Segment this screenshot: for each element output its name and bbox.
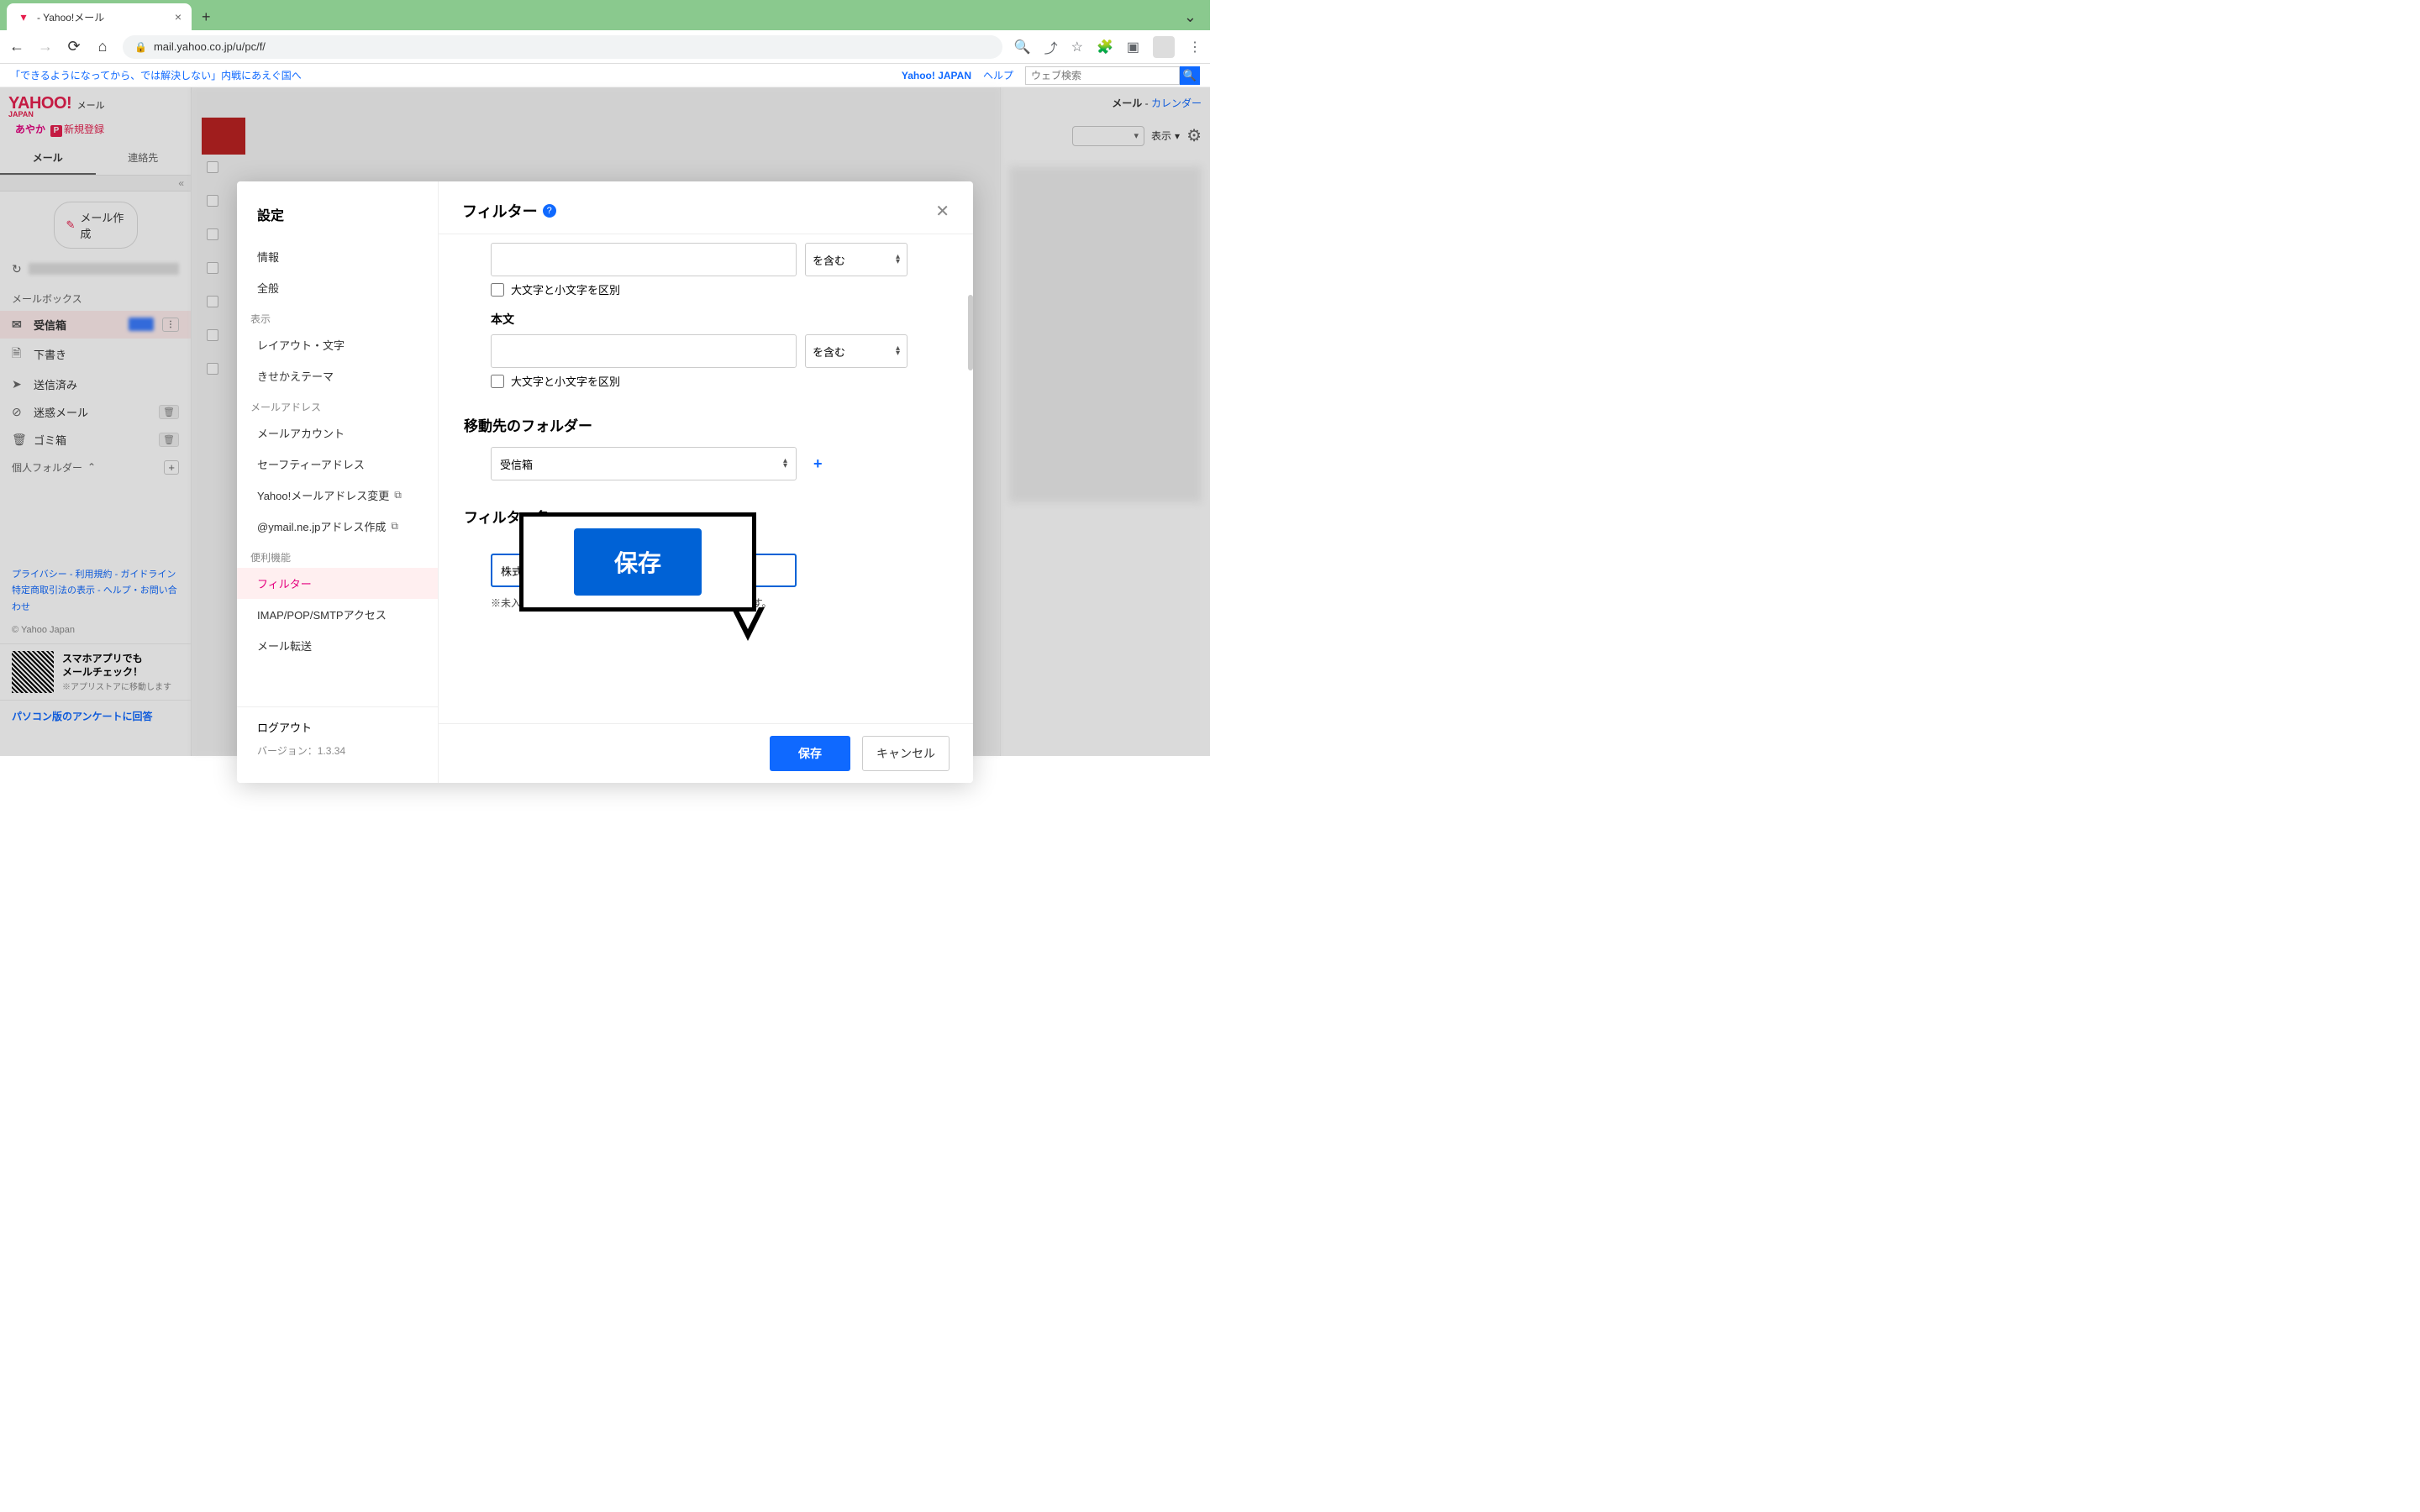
case-sensitive-checkbox-1[interactable]: 大文字と小文字を区別 [491, 281, 950, 297]
panel-icon[interactable]: ▣ [1127, 39, 1139, 55]
lock-icon: 🔒 [134, 41, 147, 53]
select-label: を含む [813, 252, 845, 268]
condition-select-1[interactable]: を含む ▴▾ [805, 243, 908, 276]
external-link-icon: ⧉ [394, 489, 402, 501]
web-search-input[interactable] [1025, 66, 1180, 85]
add-folder-icon[interactable]: + [813, 455, 823, 473]
profile-avatar[interactable] [1153, 36, 1175, 58]
sidebar-item-mail-account[interactable]: メールアカウント [237, 417, 438, 449]
close-icon[interactable]: ✕ [935, 201, 950, 222]
tabs-overflow-icon[interactable]: ⌄ [1184, 8, 1197, 26]
annotation-save-label: 保存 [574, 528, 702, 596]
sidebar-item-filter[interactable]: フィルター [237, 568, 438, 599]
checkbox-label: 大文字と小文字を区別 [511, 373, 620, 389]
address-bar: ← → ⟳ ⌂ 🔒 mail.yahoo.co.jp/u/pc/f/ 🔍 ⤴ ☆… [0, 30, 1210, 64]
condition-input-1[interactable] [491, 243, 797, 276]
body-field-label: 本文 [491, 311, 950, 328]
tab-title: - Yahoo!メール [37, 10, 168, 24]
share-icon[interactable]: ⤴ [1044, 37, 1058, 57]
back-button[interactable]: ← [8, 38, 25, 55]
tab-bar: ▾ - Yahoo!メール × + ⌄ [0, 0, 1210, 30]
forward-button[interactable]: → [37, 38, 54, 55]
case-sensitive-checkbox-2[interactable]: 大文字と小文字を区別 [491, 373, 950, 389]
reload-button[interactable]: ⟳ [66, 38, 82, 55]
checkbox-input[interactable] [491, 283, 504, 297]
yahoo-top-bar: 「できるようになってから、では解決しない」内戦にあえぐ国へ Yahoo! JAP… [0, 64, 1210, 87]
sidebar-item-general[interactable]: 全般 [237, 272, 438, 303]
sidebar-item-layout[interactable]: レイアウト・文字 [237, 329, 438, 360]
modal-header: フィルター ? ✕ [439, 181, 973, 234]
body-condition-select[interactable]: を含む ▴▾ [805, 334, 908, 368]
tab-close-icon[interactable]: × [175, 10, 182, 24]
sidebar-item-safety-address[interactable]: セーフティーアドレス [237, 449, 438, 480]
scrollbar[interactable] [968, 295, 973, 370]
web-search-button[interactable]: 🔍 [1180, 66, 1200, 85]
save-button[interactable]: 保存 [770, 736, 850, 771]
sidebar-item-change-address[interactable]: Yahoo!メールアドレス変更 ⧉ [237, 480, 438, 511]
checkbox-input[interactable] [491, 375, 504, 388]
browser-tab[interactable]: ▾ - Yahoo!メール × [7, 3, 192, 30]
help-link[interactable]: ヘルプ [983, 68, 1013, 82]
search-icon[interactable]: 🔍 [1014, 39, 1031, 55]
folder-select-value: 受信箱 [500, 456, 533, 472]
select-caret-icon: ▴▾ [783, 459, 787, 469]
yahoo-japan-link[interactable]: Yahoo! JAPAN [902, 70, 971, 81]
sidebar-item-label: Yahoo!メールアドレス変更 [257, 487, 389, 503]
section-header-display: 表示 [237, 303, 438, 329]
news-headline-link[interactable]: 「できるようになってから、では解決しない」内戦にあえぐ国へ [10, 68, 302, 82]
modal-footer: 保存 キャンセル [439, 723, 973, 783]
body-condition-input[interactable] [491, 334, 797, 368]
cancel-button[interactable]: キャンセル [862, 736, 950, 771]
select-label: を含む [813, 344, 845, 360]
sidebar-item-imap[interactable]: IMAP/POP/SMTPアクセス [237, 599, 438, 630]
main-area: YAHOO! メール JAPAN あやか P新規登録 メール 連絡先 « ✎ メ… [0, 87, 1210, 756]
settings-main: フィルター ? ✕ を含む ▴▾ 大文字と小文字 [439, 181, 973, 783]
section-header-convenience: 便利機能 [237, 542, 438, 568]
menu-icon[interactable]: ⋮ [1188, 39, 1202, 55]
settings-title: 設定 [237, 195, 438, 241]
sidebar-item-info[interactable]: 情報 [237, 241, 438, 272]
version-text: バージョン：1.3.34 [257, 743, 418, 758]
sidebar-item-create-ymail[interactable]: @ymail.ne.jpアドレス作成 ⧉ [237, 511, 438, 542]
sidebar-item-forward[interactable]: メール転送 [237, 630, 438, 661]
help-icon[interactable]: ? [543, 204, 556, 218]
annotation-arrow [731, 607, 765, 641]
settings-modal: 設定 情報 全般 表示 レイアウト・文字 きせかえテーマ メールアドレス メール… [237, 181, 973, 783]
move-to-label: 移動先のフォルダー [464, 414, 950, 435]
url-bar[interactable]: 🔒 mail.yahoo.co.jp/u/pc/f/ [123, 35, 1002, 59]
url-text: mail.yahoo.co.jp/u/pc/f/ [154, 40, 266, 53]
new-tab-button[interactable]: + [195, 3, 218, 30]
logout-link[interactable]: ログアウト [257, 719, 418, 735]
annotation-callout: 保存 [519, 512, 756, 612]
select-caret-icon: ▴▾ [896, 346, 900, 356]
sidebar-item-theme[interactable]: きせかえテーマ [237, 360, 438, 391]
section-header-mail-address: メールアドレス [237, 391, 438, 417]
checkbox-label: 大文字と小文字を区別 [511, 281, 620, 297]
bookmark-icon[interactable]: ☆ [1071, 39, 1083, 55]
settings-sidebar: 設定 情報 全般 表示 レイアウト・文字 きせかえテーマ メールアドレス メール… [237, 181, 439, 783]
sidebar-item-label: @ymail.ne.jpアドレス作成 [257, 518, 386, 534]
extensions-icon[interactable]: 🧩 [1097, 39, 1113, 55]
external-link-icon: ⧉ [391, 520, 398, 533]
browser-chrome: ▾ - Yahoo!メール × + ⌄ ← → ⟳ ⌂ 🔒 mail.yahoo… [0, 0, 1210, 64]
modal-title: フィルター [462, 200, 538, 222]
folder-select[interactable]: 受信箱 ▴▾ [491, 447, 797, 480]
modal-body: を含む ▴▾ 大文字と小文字を区別 本文 を含む ▴▾ [439, 234, 973, 723]
home-button[interactable]: ⌂ [94, 38, 111, 55]
select-caret-icon: ▴▾ [896, 255, 900, 265]
yahoo-favicon: ▾ [17, 10, 30, 24]
